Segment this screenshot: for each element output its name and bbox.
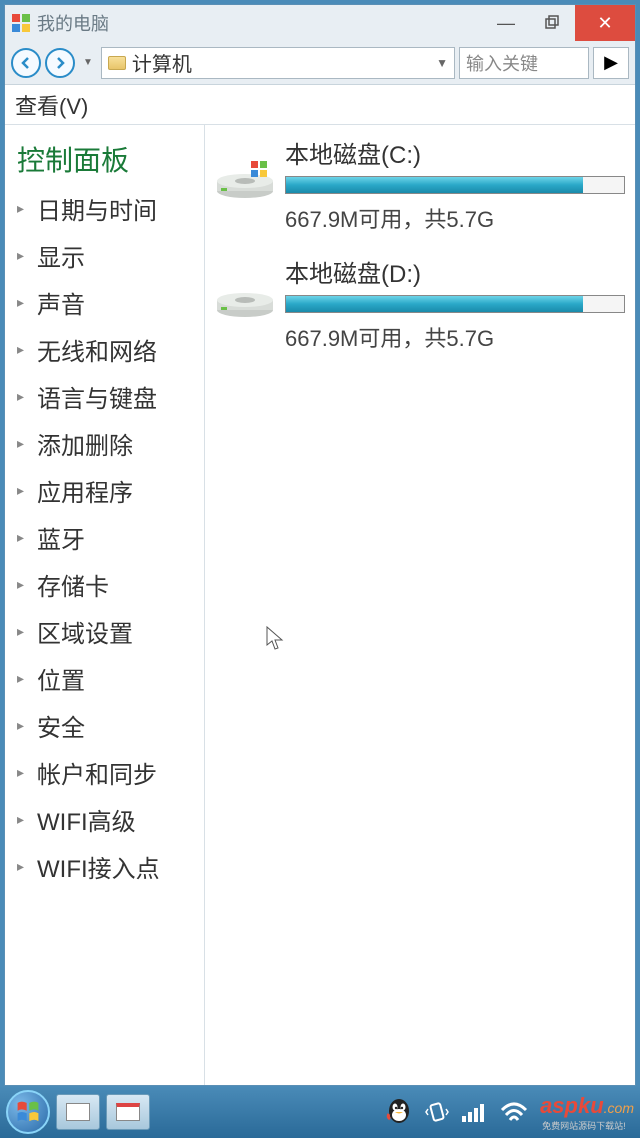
sidebar-item[interactable]: ▸ 无线和网络 bbox=[5, 326, 204, 373]
minimize-button[interactable]: — bbox=[483, 5, 529, 41]
explorer-window: 我的电脑 — ✕ ▼ 计算机 ▼ 输入关键 ▶ 查看(V) 控制 bbox=[4, 4, 636, 1086]
sidebar-item-label: 帐户和同步 bbox=[37, 755, 157, 790]
sidebar-item[interactable]: ▸ 位置 bbox=[5, 655, 204, 702]
chevron-right-icon: ▸ bbox=[17, 623, 29, 640]
drive-icon bbox=[215, 155, 275, 199]
sidebar-item-label: 存储卡 bbox=[37, 567, 109, 602]
sidebar-item[interactable]: ▸ 添加删除 bbox=[5, 420, 204, 467]
sidebar: 控制面板 ▸日期与时间▸显示▸声音▸无线和网络▸语言与键盘▸添加删除▸应用程序▸… bbox=[5, 125, 205, 1085]
sidebar-item[interactable]: ▸ WIFI接入点 bbox=[5, 843, 204, 890]
sidebar-item[interactable]: ▸ 日期与时间 bbox=[5, 185, 204, 232]
sidebar-item-label: 声音 bbox=[37, 285, 85, 320]
window-title: 我的电脑 bbox=[37, 10, 483, 36]
chevron-right-icon: ▸ bbox=[17, 294, 29, 311]
chevron-right-icon: ▸ bbox=[17, 200, 29, 217]
chevron-right-icon: ▸ bbox=[17, 435, 29, 452]
maximize-button[interactable] bbox=[529, 5, 575, 41]
menu-view[interactable]: 查看(V) bbox=[15, 89, 88, 121]
start-logo-icon bbox=[15, 1099, 41, 1125]
sidebar-title: 控制面板 bbox=[5, 133, 204, 185]
sidebar-item[interactable]: ▸ 声音 bbox=[5, 279, 204, 326]
address-text: 计算机 bbox=[132, 48, 430, 77]
watermark: aspku.com 免费网站源码下载站! bbox=[540, 1093, 634, 1132]
drive-item[interactable]: 本地磁盘(C:) 667.9M可用，共5.7G bbox=[215, 135, 625, 234]
sidebar-item[interactable]: ▸ 安全 bbox=[5, 702, 204, 749]
qq-icon[interactable] bbox=[384, 1097, 414, 1127]
chevron-right-icon: ▸ bbox=[17, 482, 29, 499]
chevron-right-icon: ▸ bbox=[17, 811, 29, 828]
cursor-icon bbox=[265, 625, 285, 651]
sidebar-item-label: 区域设置 bbox=[37, 614, 133, 649]
history-dropdown[interactable]: ▼ bbox=[79, 57, 97, 68]
back-button[interactable] bbox=[11, 48, 41, 78]
system-tray: aspku.com 免费网站源码下载站! bbox=[384, 1093, 634, 1132]
sidebar-item-label: 安全 bbox=[37, 708, 85, 743]
windows-logo-icon bbox=[11, 13, 31, 33]
arrow-right-icon bbox=[53, 56, 67, 70]
drive-item[interactable]: 本地磁盘(D:) 667.9M可用，共5.7G bbox=[215, 254, 625, 353]
chevron-right-icon: ▸ bbox=[17, 529, 29, 546]
drive-icon bbox=[215, 274, 275, 318]
sidebar-item-label: WIFI高级 bbox=[37, 802, 136, 837]
drive-info: 667.9M可用，共5.7G bbox=[285, 321, 625, 353]
signal-icon[interactable] bbox=[460, 1100, 488, 1124]
chevron-right-icon: ▸ bbox=[17, 247, 29, 264]
close-button[interactable]: ✕ bbox=[575, 5, 635, 41]
wifi-icon[interactable] bbox=[498, 1100, 530, 1124]
chevron-right-icon: ▸ bbox=[17, 388, 29, 405]
taskbar: aspku.com 免费网站源码下载站! bbox=[0, 1086, 640, 1138]
address-bar[interactable]: 计算机 ▼ bbox=[101, 47, 455, 79]
navigation-bar: ▼ 计算机 ▼ 输入关键 ▶ bbox=[5, 41, 635, 85]
arrow-left-icon bbox=[19, 56, 33, 70]
maximize-icon bbox=[544, 15, 560, 31]
start-button[interactable] bbox=[6, 1090, 50, 1134]
sidebar-item-label: 语言与键盘 bbox=[37, 379, 157, 414]
sidebar-item-label: 日期与时间 bbox=[37, 191, 157, 226]
chevron-right-icon: ▸ bbox=[17, 764, 29, 781]
go-button[interactable]: ▶ bbox=[593, 47, 629, 79]
address-dropdown-icon[interactable]: ▼ bbox=[436, 56, 448, 70]
vibrate-icon[interactable] bbox=[424, 1099, 450, 1125]
chevron-right-icon: ▸ bbox=[17, 717, 29, 734]
storage-bar bbox=[285, 295, 625, 313]
sidebar-item[interactable]: ▸ 语言与键盘 bbox=[5, 373, 204, 420]
sidebar-item[interactable]: ▸ 帐户和同步 bbox=[5, 749, 204, 796]
forward-button[interactable] bbox=[45, 48, 75, 78]
sidebar-item[interactable]: ▸ 显示 bbox=[5, 232, 204, 279]
chevron-right-icon: ▸ bbox=[17, 858, 29, 875]
sidebar-item[interactable]: ▸ 区域设置 bbox=[5, 608, 204, 655]
content-area: 控制面板 ▸日期与时间▸显示▸声音▸无线和网络▸语言与键盘▸添加删除▸应用程序▸… bbox=[5, 125, 635, 1085]
sidebar-item[interactable]: ▸ 应用程序 bbox=[5, 467, 204, 514]
storage-bar bbox=[285, 176, 625, 194]
titlebar[interactable]: 我的电脑 — ✕ bbox=[5, 5, 635, 41]
chevron-right-icon: ▸ bbox=[17, 576, 29, 593]
chevron-right-icon: ▸ bbox=[17, 341, 29, 358]
sidebar-item[interactable]: ▸ 蓝牙 bbox=[5, 514, 204, 561]
sidebar-item-label: WIFI接入点 bbox=[37, 849, 160, 884]
taskbar-app-2[interactable] bbox=[106, 1094, 150, 1130]
folder-icon bbox=[108, 56, 126, 70]
drive-title: 本地磁盘(D:) bbox=[285, 254, 625, 289]
sidebar-item-label: 位置 bbox=[37, 661, 85, 696]
search-input[interactable]: 输入关键 bbox=[459, 47, 589, 79]
sidebar-item-label: 添加删除 bbox=[37, 426, 133, 461]
chevron-right-icon: ▸ bbox=[17, 670, 29, 687]
drive-info: 667.9M可用，共5.7G bbox=[285, 202, 625, 234]
drive-title: 本地磁盘(C:) bbox=[285, 135, 625, 170]
menu-bar: 查看(V) bbox=[5, 85, 635, 125]
drive-list: 本地磁盘(C:) 667.9M可用，共5.7G 本地磁盘(D:) 667.9M可… bbox=[205, 125, 635, 1085]
sidebar-item-label: 蓝牙 bbox=[37, 520, 85, 555]
sidebar-item-label: 应用程序 bbox=[37, 473, 133, 508]
sidebar-item[interactable]: ▸ 存储卡 bbox=[5, 561, 204, 608]
sidebar-item-label: 无线和网络 bbox=[37, 332, 157, 367]
taskbar-app-1[interactable] bbox=[56, 1094, 100, 1130]
sidebar-item-label: 显示 bbox=[37, 238, 85, 273]
play-icon: ▶ bbox=[604, 52, 618, 73]
sidebar-item[interactable]: ▸ WIFI高级 bbox=[5, 796, 204, 843]
